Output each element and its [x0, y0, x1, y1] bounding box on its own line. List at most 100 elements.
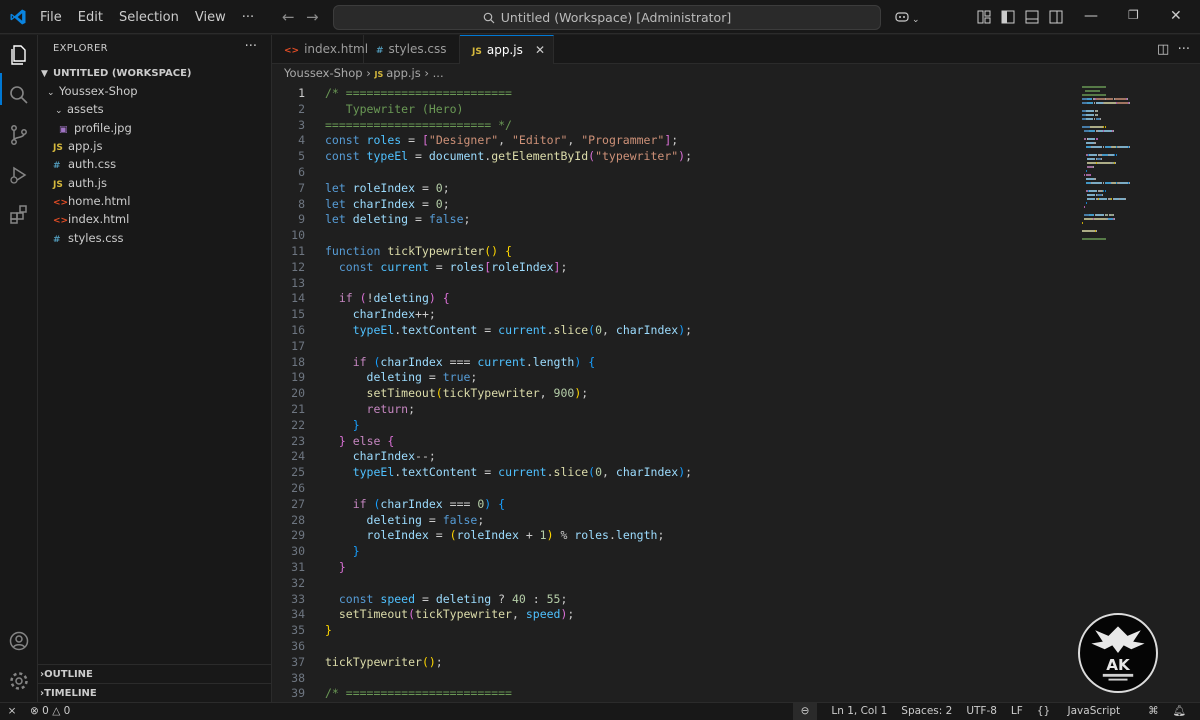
- code-line[interactable]: 11 function tickTypewriter() {: [272, 243, 1072, 259]
- back-arrow-icon[interactable]: ←: [282, 9, 295, 25]
- code-line[interactable]: 9 let deleting = false;: [272, 211, 1072, 227]
- code-line[interactable]: 27 if (charIndex === 0) {: [272, 496, 1072, 512]
- code-line[interactable]: 5 const typeEl = document.getElementById(…: [272, 148, 1072, 164]
- tree-folder-youssex-shop[interactable]: ⌄ Youssex-Shop: [38, 82, 272, 100]
- tree-file-app-js[interactable]: JS app.js: [38, 137, 272, 155]
- search-view-icon[interactable]: [7, 83, 31, 107]
- toggle-secondary-sidebar-icon[interactable]: [1048, 9, 1064, 25]
- code-line[interactable]: 36: [272, 638, 1072, 654]
- source-control-icon[interactable]: [7, 123, 31, 147]
- copilot-icon[interactable]: [894, 9, 910, 25]
- close-tab-icon[interactable]: ✕: [535, 36, 545, 65]
- workspace-section-header[interactable]: ▼ UNTITLED (WORKSPACE): [38, 65, 272, 83]
- code-line[interactable]: 22 }: [272, 417, 1072, 433]
- minimap[interactable]: [1082, 84, 1192, 702]
- remote-indicator-icon[interactable]: ⨯: [0, 703, 24, 720]
- extensions-icon[interactable]: [7, 203, 31, 227]
- explorer-files-icon[interactable]: [7, 43, 31, 67]
- tree-file-index-html[interactable]: <>index.html: [38, 210, 272, 228]
- code-line[interactable]: 8 let charIndex = 0;: [272, 196, 1072, 212]
- code-token: ): [546, 528, 554, 543]
- code-line[interactable]: 39 /* ========================: [272, 685, 1072, 701]
- code-line[interactable]: 4 const roles = ["Designer", "Editor", "P…: [272, 132, 1072, 148]
- split-editor-icon[interactable]: ◫ ···: [1157, 42, 1190, 57]
- code-line[interactable]: 18 if (charIndex === current.length) {: [272, 354, 1072, 370]
- code-line[interactable]: 17: [272, 338, 1072, 354]
- tab-styles-css[interactable]: # styles.css: [364, 35, 460, 64]
- code-line[interactable]: 25 typeEl.textContent = current.slice(0,…: [272, 464, 1072, 480]
- run-and-debug-icon[interactable]: [7, 163, 31, 187]
- code-line[interactable]: 2 Typewriter (Hero): [272, 101, 1072, 117]
- tab-index-html[interactable]: <> index.html: [272, 35, 368, 64]
- minimap-token: [1082, 230, 1095, 232]
- code-line[interactable]: 23 } else {: [272, 433, 1072, 449]
- command-center-search[interactable]: Untitled (Workspace) [Administrator]: [333, 5, 881, 30]
- tab-app-js[interactable]: JS app.js ✕: [460, 35, 554, 64]
- code-line[interactable]: 33 const speed = deleting ? 40 : 55;: [272, 591, 1072, 607]
- code-line[interactable]: 31 }: [272, 559, 1072, 575]
- code-line[interactable]: 26: [272, 480, 1072, 496]
- menu-more[interactable]: ···: [242, 10, 254, 25]
- timeline-section-header[interactable]: ›TIMELINE: [38, 683, 272, 702]
- copilot-dropdown-chevron-icon[interactable]: ⌄: [912, 12, 920, 28]
- tree-file-styles-css[interactable]: # styles.css: [38, 229, 272, 247]
- code-line[interactable]: 14 if (!deleting) {: [272, 290, 1072, 306]
- code-line[interactable]: 32: [272, 575, 1072, 591]
- code-line[interactable]: 15 charIndex++;: [272, 306, 1072, 322]
- language-mode[interactable]: {} JavaScript: [1037, 703, 1134, 720]
- toggle-panel-icon[interactable]: [1024, 9, 1040, 25]
- breadcrumb-folder[interactable]: Youssex-Shop: [284, 66, 363, 80]
- code-token: (): [421, 654, 436, 669]
- toggle-primary-sidebar-icon[interactable]: [1000, 9, 1016, 25]
- code-line[interactable]: 37 tickTypewriter();: [272, 654, 1072, 670]
- tree-file-auth-js[interactable]: JS auth.js: [38, 174, 272, 192]
- code-line[interactable]: 20 setTimeout(tickTypewriter, 900);: [272, 385, 1072, 401]
- manage-gear-icon[interactable]: [7, 669, 31, 693]
- code-line[interactable]: 10: [272, 227, 1072, 243]
- zoom-icon[interactable]: ⊖: [792, 703, 818, 720]
- breadcrumb-file[interactable]: app.js: [386, 66, 421, 80]
- menu-edit[interactable]: Edit: [78, 10, 103, 25]
- restore-icon[interactable]: ❐: [1128, 8, 1139, 22]
- code-line[interactable]: 29 roleIndex = (roleIndex + 1) % roles.l…: [272, 527, 1072, 543]
- indentation-setting[interactable]: Spaces: 2: [901, 703, 952, 720]
- code-line[interactable]: 21 return;: [272, 401, 1072, 417]
- code-editor[interactable]: 1/* ======================== 2 Typewriter…: [272, 84, 1072, 702]
- problems-indicator[interactable]: ⊗ 0 △ 0: [30, 703, 70, 720]
- forward-arrow-icon[interactable]: →: [306, 9, 319, 25]
- code-line[interactable]: 30 }: [272, 543, 1072, 559]
- file-encoding[interactable]: UTF-8: [966, 703, 997, 720]
- code-line[interactable]: 35}: [272, 622, 1072, 638]
- accounts-icon[interactable]: [7, 629, 31, 653]
- code-line[interactable]: 16 typeEl.textContent = current.slice(0,…: [272, 322, 1072, 338]
- notifications-bell-icon[interactable]: 🔔︎: [1173, 703, 1186, 720]
- code-line[interactable]: 12 const current = roles[roleIndex];: [272, 259, 1072, 275]
- minimize-icon[interactable]: —: [1084, 8, 1098, 24]
- code-line[interactable]: 28 deleting = false;: [272, 512, 1072, 528]
- tree-file-profile-jpg[interactable]: ▣ profile.jpg: [38, 119, 272, 137]
- cursor-position[interactable]: Ln 1, Col 1: [831, 703, 887, 720]
- tree-file-auth-css[interactable]: # auth.css: [38, 155, 272, 173]
- code-line[interactable]: 38: [272, 670, 1072, 686]
- code-line[interactable]: 13: [272, 275, 1072, 291]
- customize-layout-icon[interactable]: [976, 9, 992, 25]
- code-line[interactable]: 3 ======================== */: [272, 117, 1072, 133]
- code-line[interactable]: 34 setTimeout(tickTypewriter, speed);: [272, 606, 1072, 622]
- close-window-icon[interactable]: ✕: [1170, 8, 1182, 24]
- explorer-more-actions-icon[interactable]: ···: [245, 39, 257, 54]
- breadcrumb-symbol[interactable]: ...: [433, 66, 444, 80]
- code-line[interactable]: 24 charIndex--;: [272, 448, 1072, 464]
- menu-view[interactable]: View: [195, 10, 226, 25]
- copilot-status-icon[interactable]: ⌘: [1148, 703, 1159, 720]
- menu-file[interactable]: File: [40, 10, 62, 25]
- code-line[interactable]: 1 /* ========================: [272, 85, 1072, 101]
- outline-section-header[interactable]: ›OUTLINE: [38, 664, 272, 683]
- end-of-line[interactable]: LF: [1011, 703, 1023, 720]
- code-line[interactable]: 19 deleting = true;: [272, 369, 1072, 385]
- code-line[interactable]: 6: [272, 164, 1072, 180]
- tree-file-home-html[interactable]: <>home.html: [38, 192, 272, 210]
- menu-selection[interactable]: Selection: [119, 10, 179, 25]
- line-number: 39: [291, 686, 305, 701]
- code-line[interactable]: 7 let roleIndex = 0;: [272, 180, 1072, 196]
- tree-folder-assets[interactable]: ⌄ assets: [38, 100, 272, 118]
